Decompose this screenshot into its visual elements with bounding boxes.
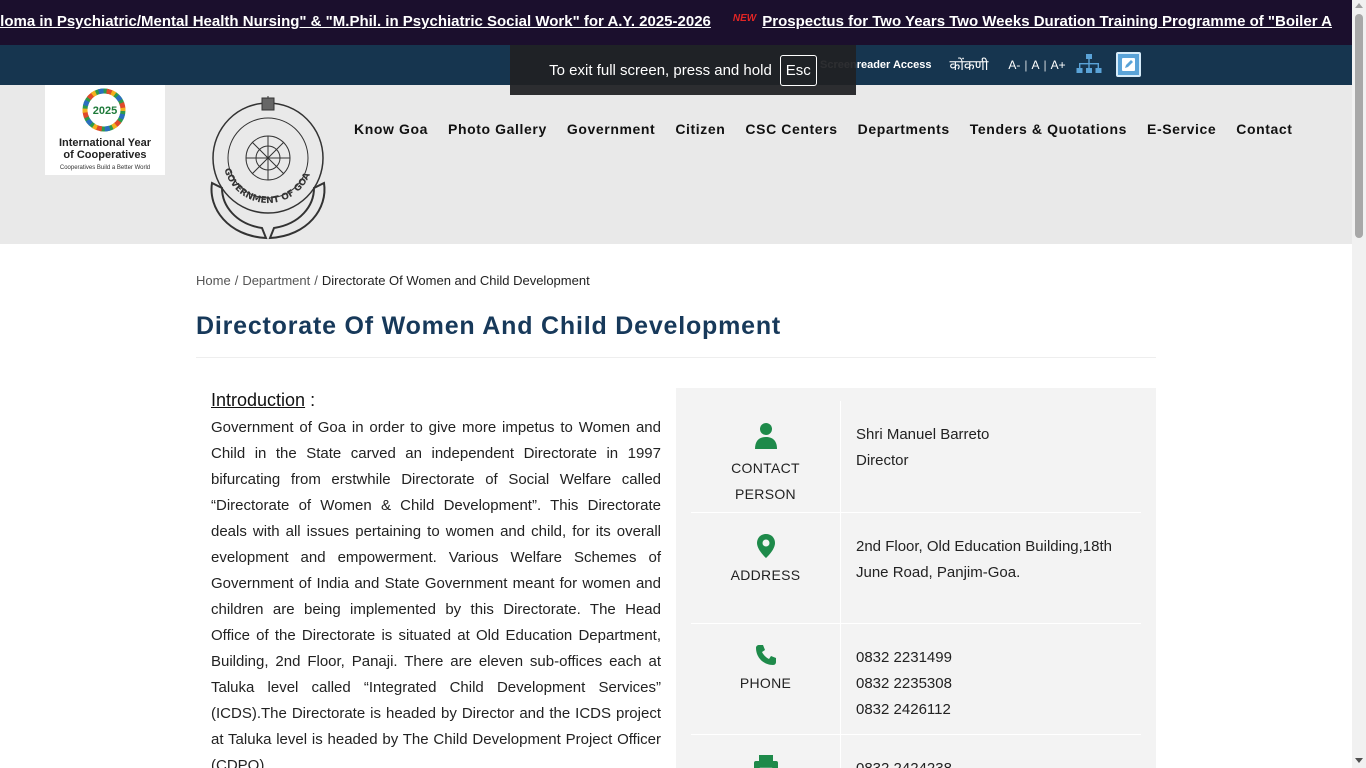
breadcrumb-department-link[interactable]: Department [242, 273, 310, 288]
font-normal-button[interactable]: A [1032, 58, 1040, 72]
new-badge: NEW [732, 13, 757, 24]
address-label-cell: ADDRESS [691, 513, 841, 623]
main-nav: Know Goa Photo Gallery Government Citize… [354, 121, 1313, 137]
introduction-colon: : [305, 390, 316, 410]
separator: | [1024, 58, 1028, 72]
introduction-heading-text: Introduction [211, 390, 306, 410]
nav-government[interactable]: Government [567, 121, 655, 137]
contact-person-row: CONTACT PERSON Shri Manuel Barreto Direc… [691, 401, 1141, 513]
font-size-controls: A- | A | A+ [1008, 58, 1065, 72]
fullscreen-exit-toast: To exit full screen, press and hold Esc [510, 45, 856, 95]
nav-know-goa[interactable]: Know Goa [354, 121, 428, 137]
coop-title-line1: International Year [58, 137, 152, 149]
nav-departments[interactable]: Departments [858, 121, 950, 137]
scroll-up-arrow-icon[interactable] [1355, 3, 1363, 8]
ticker-link-2[interactable]: Prospectus for Two Years Two Weeks Durat… [762, 13, 1332, 30]
contact-person-label-1: CONTACT [731, 460, 800, 476]
toast-message: To exit full screen, press and hold [549, 61, 772, 79]
contact-person-name: Shri Manuel Barreto [856, 426, 990, 443]
nav-csc-centers[interactable]: CSC Centers [745, 121, 837, 137]
introduction-text: Government of Goa in order to give more … [211, 419, 661, 768]
address-line-2: June Road, Panjim-Goa. [856, 564, 1021, 581]
phone-icon [755, 645, 776, 665]
phone-values: 0832 2231499 0832 2235308 0832 2426112 [856, 645, 952, 723]
font-increase-button[interactable]: A+ [1051, 58, 1066, 72]
fax-number-1: 0832 2424238 [856, 760, 952, 768]
fax-values: 0832 2424238 [856, 756, 952, 768]
nav-contact[interactable]: Contact [1236, 121, 1292, 137]
feedback-edit-icon[interactable] [1116, 52, 1141, 77]
breadcrumb-separator: / [234, 273, 239, 288]
phone-number-2[interactable]: 0832 2235308 [856, 675, 952, 692]
nav-tenders-quotations[interactable]: Tenders & Quotations [970, 121, 1127, 137]
esc-key-badge: Esc [779, 54, 817, 86]
address-label: ADDRESS [730, 567, 801, 583]
map-marker-icon [756, 534, 775, 558]
coop-title-line2: of Cooperatives [63, 149, 147, 161]
coop-year: 2025 [92, 105, 118, 117]
address-row: ADDRESS 2nd Floor, Old Education Buildin… [691, 513, 1141, 624]
breadcrumb-home-link[interactable]: Home [196, 273, 231, 288]
coop-tagline: Cooperatives Build a Better World [59, 165, 151, 171]
contact-person-label-cell: CONTACT PERSON [691, 401, 841, 512]
language-konkani-link[interactable]: कोंकणी [950, 56, 989, 75]
breadcrumb-current: Directorate Of Women and Child Developme… [321, 273, 590, 288]
breadcrumb-separator: / [314, 273, 318, 288]
address-line-1: 2nd Floor, Old Education Building,18th [856, 538, 1113, 555]
cooperatives-year-logo[interactable]: 2025 International Year of Cooperatives … [45, 85, 165, 175]
contact-person-role: Director [856, 452, 909, 469]
separator: | [1043, 58, 1047, 72]
nav-citizen[interactable]: Citizen [675, 121, 725, 137]
scrollbar-thumb[interactable] [1355, 14, 1363, 238]
sitemap-icon[interactable] [1076, 53, 1102, 75]
phone-label-cell: PHONE [691, 624, 841, 734]
nav-photo-gallery[interactable]: Photo Gallery [448, 121, 547, 137]
introduction-heading: Introduction : [211, 390, 661, 411]
title-divider [196, 357, 1156, 358]
scroll-down-arrow-icon[interactable] [1355, 758, 1363, 763]
svg-text:GOVERNMENT OF GOA: GOVERNMENT OF GOA [221, 167, 312, 206]
page-title: Directorate Of Women And Child Developme… [196, 312, 782, 340]
page-scrollbar[interactable] [1352, 0, 1366, 768]
nav-e-service[interactable]: E-Service [1147, 121, 1216, 137]
user-icon [754, 423, 777, 449]
contact-person-label-2: PERSON [735, 486, 796, 502]
emblem-text: GOVERNMENT OF GOA [221, 167, 312, 206]
phone-number-3[interactable]: 0832 2426112 [856, 701, 951, 718]
phone-label: PHONE [739, 675, 792, 691]
breadcrumb: Home / Department / Directorate Of Women… [196, 273, 590, 288]
ticker-link-1[interactable]: Diploma in Psychiatric/Mental Health Nur… [0, 13, 711, 30]
font-decrease-button[interactable]: A- [1008, 58, 1020, 72]
coop-title: International Year of Cooperatives [45, 137, 165, 161]
fax-row: 0832 2424238 [691, 735, 1141, 768]
contact-person-value: Shri Manuel Barreto Director [856, 422, 989, 474]
phone-number-1[interactable]: 0832 2231499 [856, 649, 952, 666]
fax-printer-icon [753, 755, 778, 768]
news-ticker: Diploma in Psychiatric/Mental Health Nur… [0, 0, 1352, 45]
address-value: 2nd Floor, Old Education Building,18th J… [856, 534, 1141, 586]
contact-panel: CONTACT PERSON Shri Manuel Barreto Direc… [676, 388, 1156, 768]
phone-row: PHONE 0832 2231499 0832 2235308 0832 242… [691, 624, 1141, 735]
government-of-goa-emblem[interactable]: GOVERNMENT OF GOA [198, 88, 338, 244]
fax-label-cell [691, 735, 841, 768]
introduction-section: Introduction : Government of Goa in orde… [211, 390, 661, 768]
